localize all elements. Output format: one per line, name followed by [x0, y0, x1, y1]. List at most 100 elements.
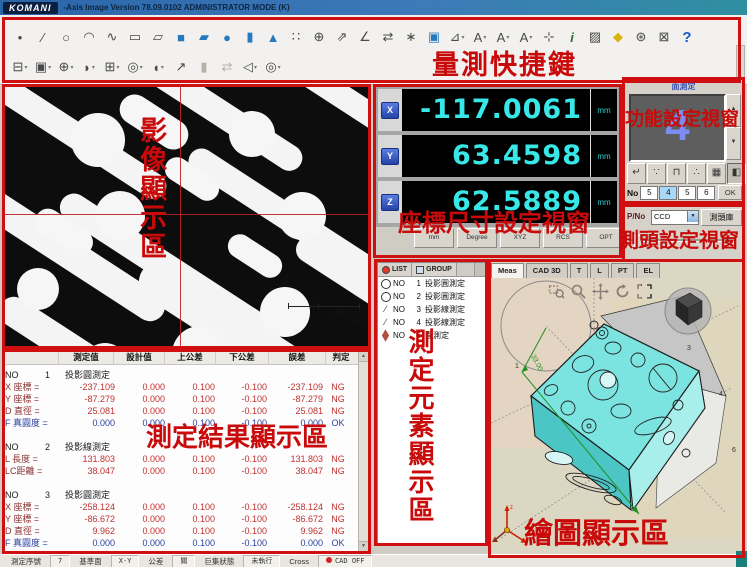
status-segment[interactable]: X-Y [111, 555, 140, 567]
cad-tab-l[interactable]: L [590, 263, 609, 278]
cad-tab-el[interactable]: EL [636, 263, 660, 278]
dropdown-arrow-icon[interactable]: ▼ [687, 211, 698, 222]
curve-tool[interactable]: ∿ [102, 27, 122, 47]
exit-button[interactable]: ⊠ [654, 27, 674, 47]
scroll-down-icon[interactable]: ▼ [359, 541, 368, 551]
probe-mode-button[interactable]: ◧ [727, 163, 746, 184]
cad-panel[interactable]: MeasCAD 3DTLPTEL [491, 262, 742, 555]
no-cell-1[interactable]: 4 [659, 186, 677, 200]
dro-button-opt[interactable]: OPT [586, 228, 626, 248]
scatter-tool[interactable]: ∗ [401, 27, 421, 47]
element-tab-group[interactable]: GROUP [412, 263, 457, 276]
element-tab-list[interactable]: LIST [378, 263, 412, 276]
status-segment[interactable]: CAD OFF [318, 555, 373, 567]
dro-button-mm[interactable]: mm [414, 228, 454, 248]
group-number: 3 [45, 489, 65, 501]
bar-tool[interactable]: ▮ [194, 57, 214, 77]
construct-circle-target-tool[interactable]: ◎▾ [263, 57, 283, 77]
element-list-item[interactable]: ∕NO4投影線測定 [378, 316, 486, 329]
cad-tab-t[interactable]: T [570, 263, 589, 278]
cad-drawing[interactable]: 33.00 1 3 4 6 z [491, 278, 742, 555]
construct-arc-left-tool[interactable]: ◖▾ [148, 57, 168, 77]
point-grid-tool[interactable]: ∷ [286, 27, 306, 47]
axis-button-x[interactable]: X [381, 102, 399, 119]
swap-axis-tool[interactable]: ⇄ [378, 27, 398, 47]
probe-pattern-c-button[interactable]: ∴ [687, 163, 706, 184]
status-segment[interactable]: 7 [50, 555, 70, 567]
vector-tool[interactable]: ⇗ [332, 27, 352, 47]
construct-gear-tool[interactable]: ◎▾ [125, 57, 145, 77]
element-list-item[interactable]: NO1投影圓測定 [378, 277, 486, 290]
scroll-down-button[interactable]: ▼ [726, 127, 741, 160]
element-list-item[interactable]: NO6面測定 [378, 329, 486, 342]
construct-array-tool[interactable]: ⊞▾ [102, 57, 122, 77]
no-cell-3[interactable]: 6 [697, 186, 715, 200]
no-cell-2[interactable]: 5 [678, 186, 696, 200]
rectangle-tool[interactable]: ▭ [125, 27, 145, 47]
camera-image-area[interactable]: 0.5327mm 94 x [2, 84, 371, 349]
construct-arc-right-tool[interactable]: ◗▾ [79, 57, 99, 77]
probe-pattern-b-button[interactable]: ⊓ [667, 163, 686, 184]
axis-button-z[interactable]: Z [381, 194, 399, 211]
scroll-up-button[interactable]: ▲ [726, 94, 741, 127]
result-cell: 0.000 [115, 525, 165, 537]
probe-pattern-a-button[interactable]: ∵ [647, 163, 666, 184]
exchange-tool[interactable]: ⇄ [217, 57, 237, 77]
slider-thumb[interactable] [634, 235, 643, 248]
construct-offset-tool[interactable]: ⊟▾ [10, 57, 30, 77]
slot-tool[interactable]: ▱ [148, 27, 168, 47]
datum-tool[interactable]: ⊕ [309, 27, 329, 47]
scroll-up-icon[interactable]: ▲ [359, 352, 368, 362]
info-button[interactable]: i [562, 27, 582, 47]
probe-library-button[interactable]: 測頭庫 [701, 209, 742, 226]
probe-slider[interactable] [629, 234, 735, 246]
no-cell-0[interactable]: 5 [640, 186, 658, 200]
cad-tab-pt[interactable]: PT [611, 263, 635, 278]
cone-measure-tool[interactable]: ▲ [263, 27, 283, 47]
construct-line-tool[interactable]: ↗ [171, 57, 191, 77]
dimension-a-tool[interactable]: A▾ [516, 27, 536, 47]
title-bar[interactable]: KOMANI -Axis Image Version 78.09.0102 AD… [0, 0, 747, 15]
dro-button-degree[interactable]: Degree [457, 228, 497, 248]
dro-button-rcs[interactable]: RCS [543, 228, 583, 248]
line-tool[interactable]: ∕ [33, 27, 53, 47]
arc-tool[interactable]: ◠ [79, 27, 99, 47]
cylinder-measure-tool[interactable]: ▮ [240, 27, 260, 47]
dro-button-xyz[interactable]: XYZ [500, 228, 540, 248]
cube-measure-tool[interactable]: ■ [171, 27, 191, 47]
sphere-measure-tool[interactable]: ● [217, 27, 237, 47]
plane-measure-tool[interactable]: ▰ [194, 27, 214, 47]
tolerance-button[interactable]: ◆ [608, 27, 628, 47]
circle-tool[interactable]: ○ [56, 27, 76, 47]
results-scrollbar[interactable]: ▲ ▼ [358, 351, 369, 552]
image-button[interactable]: ▨ [585, 27, 605, 47]
axis-button-y[interactable]: Y [381, 148, 399, 165]
element-tab-label: GROUP [426, 266, 452, 273]
cad-tab-meas[interactable]: Meas [491, 263, 524, 278]
probe-dropdown[interactable]: CCD ▼ [651, 210, 699, 225]
nav-cube-icon[interactable] [665, 288, 711, 334]
label-a-tool[interactable]: A▾ [470, 27, 490, 47]
construct-angle-tool[interactable]: ◁▾ [240, 57, 260, 77]
target-tool[interactable]: ⊹ [539, 27, 559, 47]
construct-datum-tool[interactable]: ⊕▾ [56, 57, 76, 77]
element-list-item[interactable]: ∕NO3投影線測定 [378, 303, 486, 316]
ok-button[interactable]: OK [718, 185, 742, 200]
construct-tool[interactable]: ⊿▾ [447, 27, 467, 47]
annotate-a-tool[interactable]: A▾ [493, 27, 513, 47]
angle-tool[interactable]: ∠ [355, 27, 375, 47]
status-segment[interactable]: 未執行 [243, 555, 280, 567]
status-segment[interactable]: 關 [172, 555, 195, 567]
element-list-item[interactable]: NO2投影圓測定 [378, 290, 486, 303]
recall-button[interactable]: ▣ [424, 27, 444, 47]
cad-tab-cad-3d[interactable]: CAD 3D [526, 263, 568, 278]
results-table[interactable]: 測定值設計值上公差下公差誤差判定NO1投影圓測定X 座標 =-237.1090.… [2, 349, 371, 554]
help-button[interactable]: ? [677, 27, 697, 47]
enter-button[interactable]: ↵ [627, 163, 646, 184]
keypad-button[interactable]: ▦ [707, 163, 726, 184]
construct-rectangle-tool[interactable]: ▣▾ [33, 57, 53, 77]
result-cell: 0.000 [115, 465, 165, 477]
settings-button[interactable]: ⊛ [631, 27, 651, 47]
construct-arc-left-tool-glyph: ◖ [152, 60, 160, 75]
point-tool[interactable]: • [10, 27, 30, 47]
